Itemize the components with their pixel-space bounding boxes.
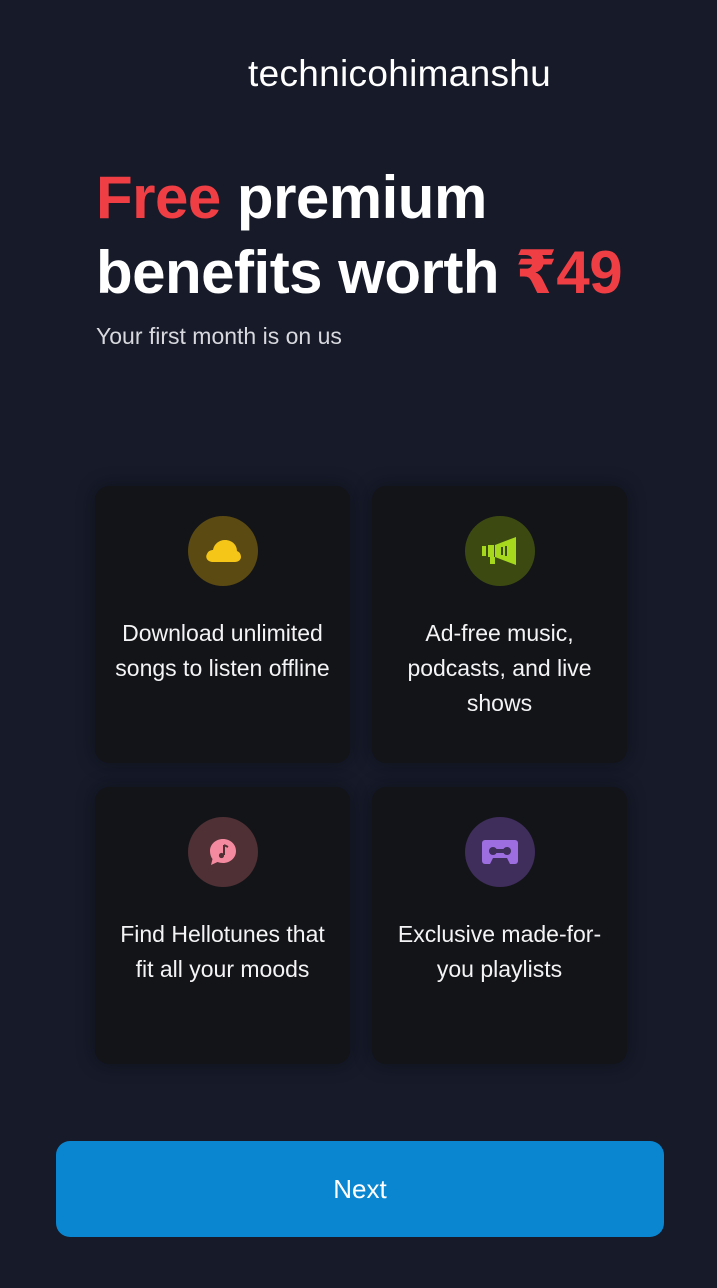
benefit-text: Download unlimited songs to listen offli…	[115, 620, 330, 681]
headline: Free premium benefits worth ₹49	[96, 160, 676, 310]
subtitle: Your first month is on us	[96, 323, 342, 349]
headline-line2: benefits worth	[96, 239, 516, 306]
benefits-grid: Download unlimited songs to listen offli…	[95, 486, 630, 1064]
benefit-icon-circle	[187, 516, 258, 586]
benefit-icon-circle	[187, 817, 258, 887]
onboarding-screen: technicohimanshu Free premium benefits w…	[0, 0, 717, 1288]
headline-premium-word: premium	[220, 164, 487, 231]
benefit-icon-circle	[464, 817, 535, 887]
benefit-card-playlists: Exclusive made-for-you playlists	[372, 787, 627, 1064]
cassette-icon	[481, 840, 518, 864]
benefit-card-download: Download unlimited songs to listen offli…	[95, 486, 350, 763]
benefit-text: Ad-free music, podcasts, and live shows	[407, 620, 592, 716]
benefit-card-hellotunes: Find Hellotunes that fit all your moods	[95, 787, 350, 1064]
headline-free-word: Free	[96, 164, 221, 231]
cloud-icon	[205, 540, 241, 562]
next-button[interactable]: Next	[56, 1141, 664, 1237]
benefit-text: Exclusive made-for-you playlists	[397, 921, 602, 982]
megaphone-icon	[481, 537, 516, 565]
watermark-text: technicohimanshu	[248, 53, 552, 94]
benefit-card-ad-free: Ad-free music, podcasts, and live shows	[372, 486, 627, 763]
benefit-text: Find Hellotunes that fit all your moods	[120, 921, 325, 982]
headline-price: ₹49	[515, 239, 623, 306]
music-note-bubble-icon	[209, 839, 236, 865]
benefit-icon-circle	[464, 516, 535, 586]
